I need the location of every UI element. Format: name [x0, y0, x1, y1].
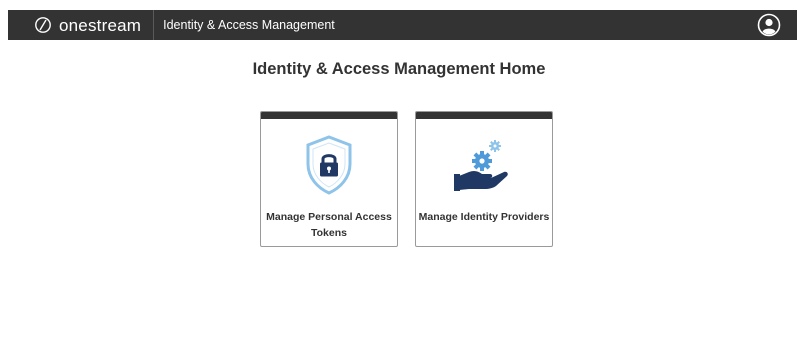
app-title: Identity & Access Management: [163, 18, 335, 32]
manage-personal-access-tokens-tile[interactable]: Manage Personal Access Tokens: [260, 111, 398, 247]
tile-header-bar: [416, 112, 552, 119]
user-profile-button[interactable]: [757, 13, 781, 37]
top-navigation-bar: onestream Identity & Access Management: [8, 10, 797, 40]
onestream-logo-icon: [35, 17, 51, 33]
onestream-logo[interactable]: onestream: [8, 10, 155, 40]
manage-identity-providers-tile[interactable]: Manage Identity Providers: [415, 111, 553, 247]
shield-lock-icon: [261, 134, 397, 196]
tile-label: Manage Identity Providers: [418, 211, 550, 223]
brand-name: onestream: [59, 15, 142, 35]
tile-header-bar: [261, 112, 397, 119]
user-avatar-icon: [757, 13, 781, 37]
page-title: Identity & Access Management Home: [252, 60, 546, 78]
tile-label: Manage Personal Access Tokens: [266, 211, 392, 239]
hand-gears-icon: [416, 134, 552, 196]
